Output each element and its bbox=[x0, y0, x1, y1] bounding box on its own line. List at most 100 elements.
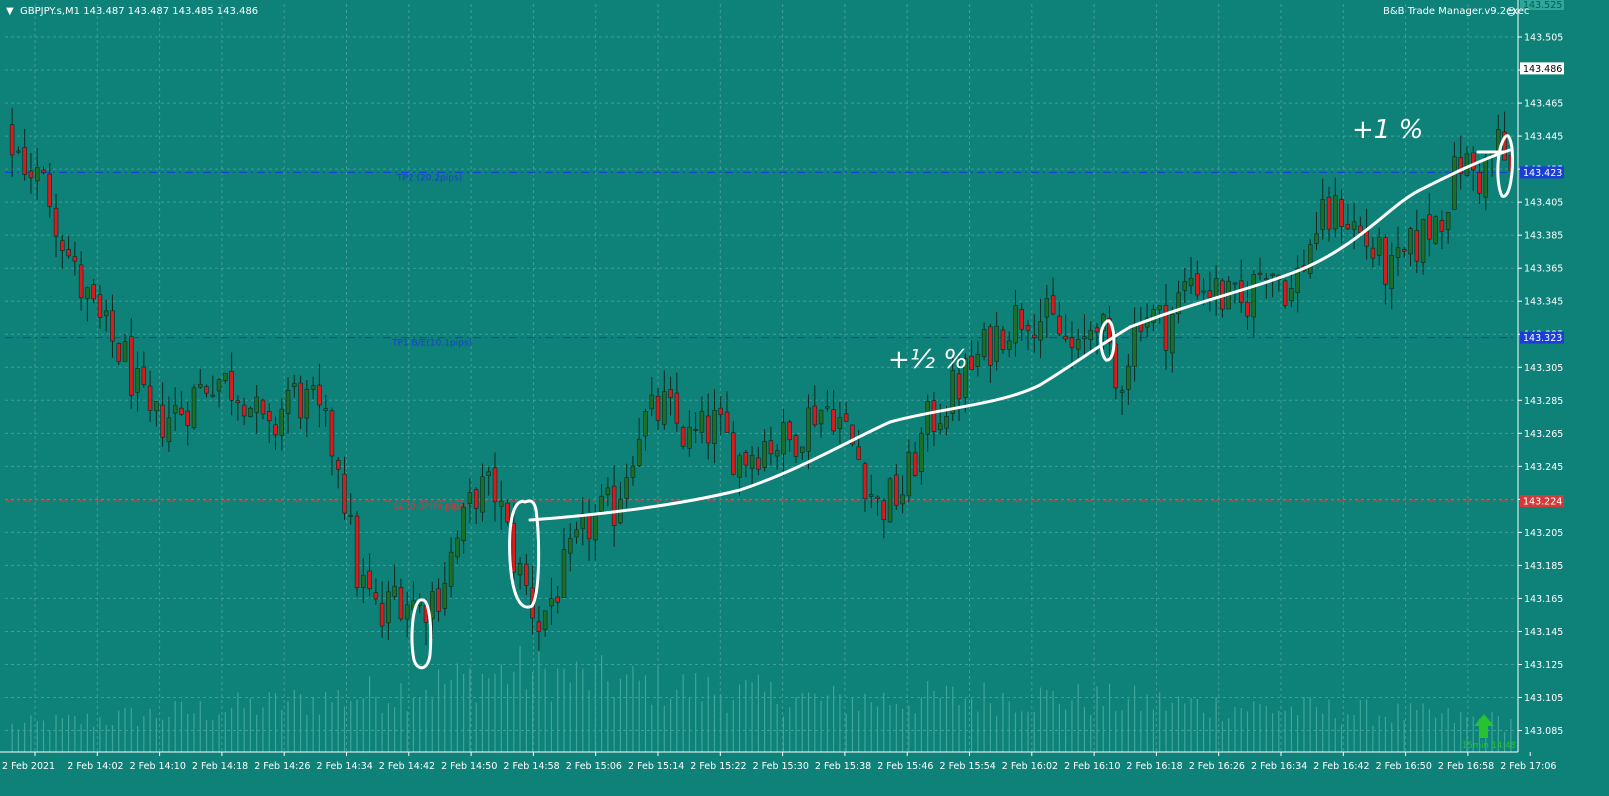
candle-bear bbox=[473, 489, 479, 509]
tp2-axis-tag-text: 143.423 bbox=[1523, 168, 1562, 179]
y-tick-label: 143.185 bbox=[1524, 561, 1563, 572]
candle-bear bbox=[693, 429, 698, 431]
candle-bear bbox=[674, 392, 680, 424]
candle-bull bbox=[103, 310, 109, 317]
candle-bear bbox=[1326, 196, 1332, 230]
x-tick-label: 2 Feb 15:30 bbox=[753, 761, 809, 772]
candle-bear bbox=[367, 570, 372, 589]
candle-bull bbox=[191, 387, 197, 429]
candle-bull bbox=[285, 389, 291, 415]
candle-bear bbox=[141, 366, 147, 385]
candle-bear bbox=[1427, 214, 1432, 240]
candle-bull bbox=[1289, 288, 1294, 302]
candle-bull bbox=[1119, 390, 1125, 393]
candle-bear bbox=[743, 452, 749, 466]
candle-bear bbox=[724, 411, 730, 433]
y-tick-label: 143.405 bbox=[1524, 198, 1563, 209]
candle-bull bbox=[248, 407, 253, 417]
candle-bull bbox=[1013, 305, 1018, 344]
candle-bear bbox=[9, 124, 15, 156]
candle-bull bbox=[1044, 298, 1050, 318]
x-tick-label: 2 Feb 16:26 bbox=[1189, 761, 1245, 772]
candle-bear bbox=[1402, 249, 1407, 252]
candle-bear bbox=[912, 452, 918, 476]
candle-bear bbox=[1282, 280, 1288, 306]
candle-bear bbox=[53, 207, 59, 237]
candle-bear bbox=[1245, 301, 1250, 317]
candle-bull bbox=[216, 379, 222, 392]
candle-bear bbox=[97, 294, 103, 318]
candle-bear bbox=[273, 424, 278, 436]
candle-bear bbox=[16, 150, 21, 153]
candle-bear bbox=[1000, 329, 1006, 350]
y-tick-label: 143.145 bbox=[1524, 627, 1563, 638]
price-chart[interactable]: TP2 (20.2pips) 143.423 TP1 B/E(10.1pips) 14… bbox=[0, 0, 1609, 796]
x-tick-label: 2 Feb 14:34 bbox=[317, 761, 373, 772]
y-tick-label: 143.445 bbox=[1524, 132, 1563, 143]
candle-bear bbox=[680, 426, 686, 447]
tp1-label: TP1 B/E(10.1pips) bbox=[391, 339, 472, 349]
candle-bear bbox=[335, 459, 341, 470]
candle-bear bbox=[66, 249, 71, 257]
candle-bear bbox=[831, 409, 836, 432]
candle-bear bbox=[555, 596, 560, 603]
annotation-one-percent: +1 % bbox=[1352, 115, 1423, 145]
annotation-half-percent: +½ % bbox=[888, 345, 968, 375]
candle-bull bbox=[210, 394, 216, 397]
candle-bull bbox=[699, 411, 705, 433]
candle-bull bbox=[906, 451, 912, 497]
x-tick-label: 2 Feb 17:06 bbox=[1500, 761, 1556, 772]
candle-bear bbox=[1094, 327, 1100, 333]
candle-bear bbox=[931, 400, 937, 432]
candle-bear bbox=[60, 240, 65, 251]
candle-bull bbox=[198, 383, 203, 388]
candle-bear bbox=[1057, 315, 1062, 335]
candle-bull bbox=[574, 529, 579, 538]
candle-bull bbox=[348, 515, 354, 517]
candle-bull bbox=[430, 591, 435, 619]
candle-bear bbox=[1414, 230, 1420, 262]
candle-bear bbox=[354, 515, 360, 588]
candle-bear bbox=[875, 496, 880, 499]
candle-bear bbox=[988, 326, 993, 366]
candle-bull bbox=[994, 325, 999, 362]
candle-bull bbox=[404, 604, 410, 620]
candle-bull bbox=[386, 591, 391, 624]
x-tick-label: 2 Feb 15:46 bbox=[877, 761, 933, 772]
candle-bull bbox=[630, 465, 636, 478]
candle-bull bbox=[1151, 309, 1156, 323]
x-tick-label: 2 Feb 14:58 bbox=[503, 761, 559, 772]
candle-bear bbox=[1257, 272, 1263, 275]
candle-bull bbox=[34, 167, 40, 182]
candle-bear bbox=[843, 413, 849, 422]
candle-bull bbox=[567, 538, 573, 554]
header-menu-icon[interactable]: ▼ bbox=[6, 6, 14, 17]
candle-bear bbox=[1358, 225, 1363, 233]
x-tick-label: 2 Feb 14:42 bbox=[379, 761, 435, 772]
candle-bull bbox=[944, 416, 949, 429]
candle-bull bbox=[1483, 156, 1489, 198]
candle-bull bbox=[135, 368, 140, 393]
candle-bear bbox=[756, 457, 761, 470]
candle-bull bbox=[549, 598, 554, 607]
symbol-info: GBPJPY.s,M1 143.487 143.487 143.485 143.… bbox=[20, 6, 258, 17]
candle-bull bbox=[781, 422, 786, 455]
x-tick-label: 2 Feb 15:06 bbox=[566, 761, 622, 772]
candle-bear bbox=[862, 463, 868, 500]
candle-bull bbox=[166, 417, 172, 443]
x-tick-label: 2 Feb 14:50 bbox=[441, 761, 497, 772]
candle-bear bbox=[72, 256, 78, 262]
candle-bull bbox=[1408, 228, 1413, 255]
y-tick-label: 143.205 bbox=[1524, 528, 1563, 539]
y-tick-label: 143.345 bbox=[1524, 297, 1563, 308]
tp1-axis-tag-text: 143.323 bbox=[1523, 333, 1562, 344]
candle-bear bbox=[812, 405, 818, 426]
y-tick-label: 143.265 bbox=[1524, 429, 1563, 440]
candle-bear bbox=[1264, 278, 1269, 281]
candle-bear bbox=[373, 592, 379, 600]
candle-bull bbox=[818, 409, 824, 425]
candle-bear bbox=[110, 310, 115, 342]
candle-bear bbox=[1439, 220, 1445, 232]
candle-bull bbox=[774, 450, 780, 457]
y-tick-label: 143.285 bbox=[1524, 396, 1563, 407]
